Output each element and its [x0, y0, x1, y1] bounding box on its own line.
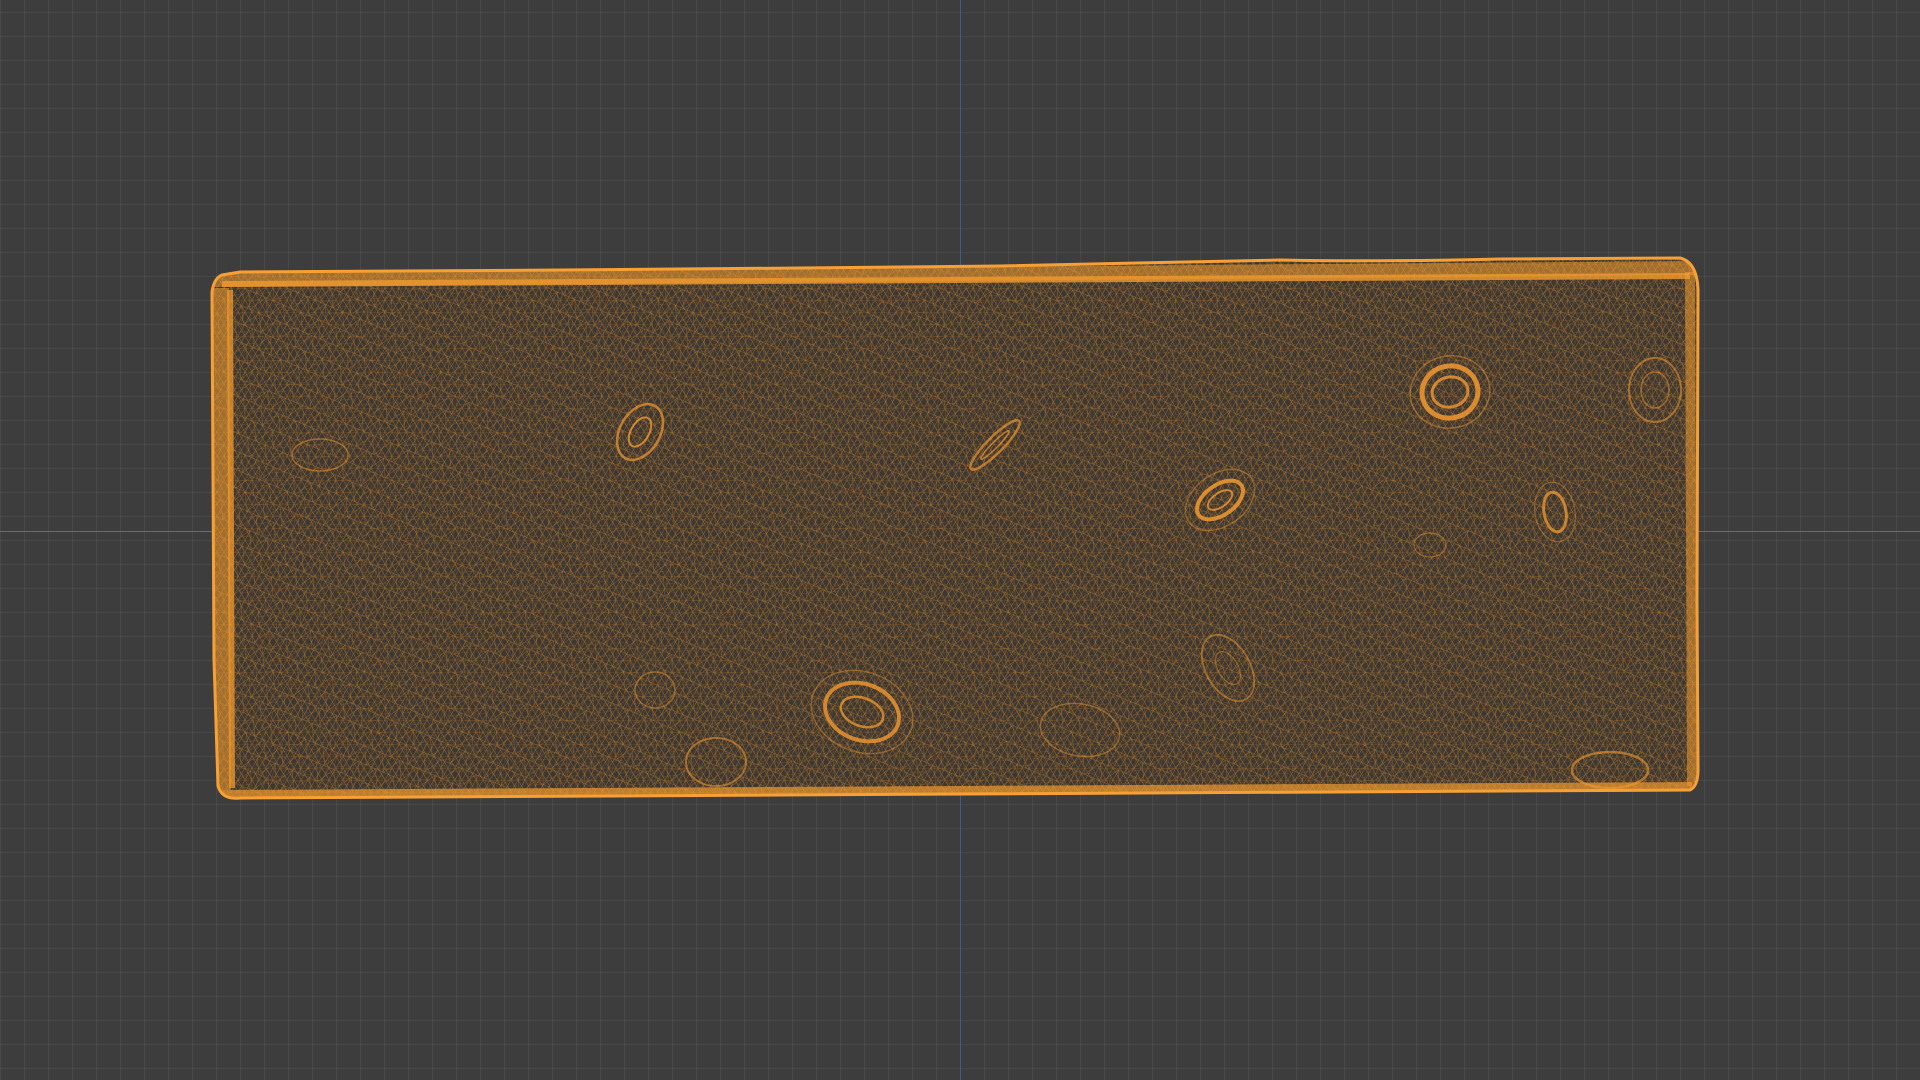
3d-viewport[interactable]	[0, 0, 1920, 1080]
wireframe-triangles	[212, 258, 1698, 799]
wireframe-mesh-object[interactable]	[0, 0, 1920, 1080]
